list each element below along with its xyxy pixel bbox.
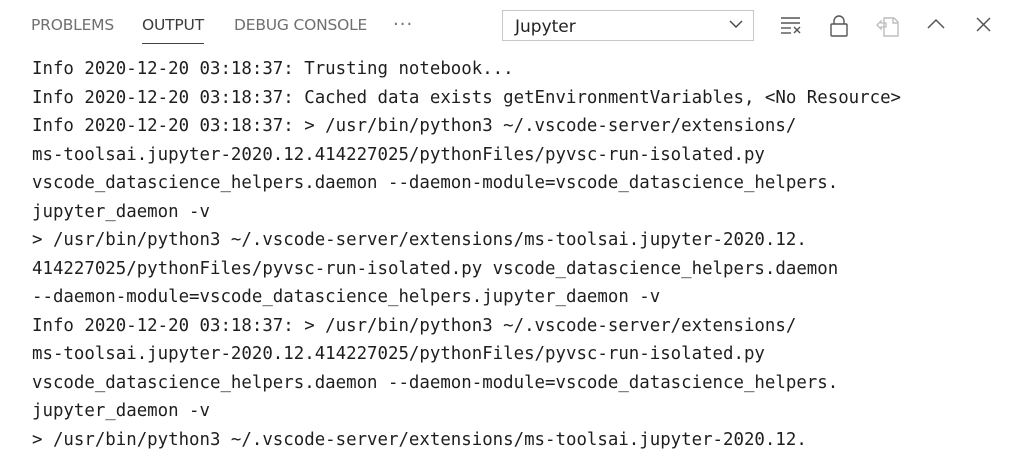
more-tabs-icon[interactable]: ··· xyxy=(393,14,413,35)
chevron-down-icon xyxy=(729,20,743,28)
clear-output-icon[interactable] xyxy=(780,15,802,35)
tab-debug-console[interactable]: DEBUG CONSOLE xyxy=(234,16,367,34)
log-line: --daemon-module=vscode_datascience_helpe… xyxy=(32,287,661,307)
output-channel-select[interactable]: Jupyter xyxy=(502,10,754,41)
active-tab-indicator xyxy=(142,43,204,44)
maximize-panel-icon[interactable] xyxy=(927,18,945,29)
log-line: vscode_datascience_helpers.daemon --daem… xyxy=(32,173,839,193)
output-log[interactable]: Info 2020-12-20 03:18:37: Trusting noteb… xyxy=(0,50,1016,462)
log-line: Info 2020-12-20 03:18:37: Trusting noteb… xyxy=(32,59,514,79)
log-line: > /usr/bin/python3 ~/.vscode-server/exte… xyxy=(32,430,807,450)
output-channel-value: Jupyter xyxy=(515,17,576,37)
open-log-file-icon[interactable] xyxy=(876,15,900,37)
log-line: Info 2020-12-20 03:18:37: Cached data ex… xyxy=(32,88,902,108)
lock-scroll-icon[interactable] xyxy=(829,15,849,37)
log-line: Info 2020-12-20 03:18:37: > /usr/bin/pyt… xyxy=(32,316,797,336)
log-line: > /usr/bin/python3 ~/.vscode-server/exte… xyxy=(32,230,807,250)
log-line: jupyter_daemon -v xyxy=(32,202,210,222)
panel-header: PROBLEMS OUTPUT DEBUG CONSOLE ··· Jupyte… xyxy=(0,0,1016,50)
log-line: vscode_datascience_helpers.daemon --daem… xyxy=(32,373,839,393)
log-line: 414227025/pythonFiles/pyvsc-run-isolated… xyxy=(32,259,839,279)
tab-output[interactable]: OUTPUT xyxy=(142,16,204,34)
close-panel-icon[interactable] xyxy=(976,17,991,32)
log-line: ms-toolsai.jupyter-2020.12.414227025/pyt… xyxy=(32,145,765,165)
log-line: jupyter_daemon -v xyxy=(32,401,210,421)
log-line: Info 2020-12-20 03:18:37: > /usr/bin/pyt… xyxy=(32,116,797,136)
log-line: ms-toolsai.jupyter-2020.12.414227025/pyt… xyxy=(32,344,765,364)
tab-problems[interactable]: PROBLEMS xyxy=(31,16,114,34)
